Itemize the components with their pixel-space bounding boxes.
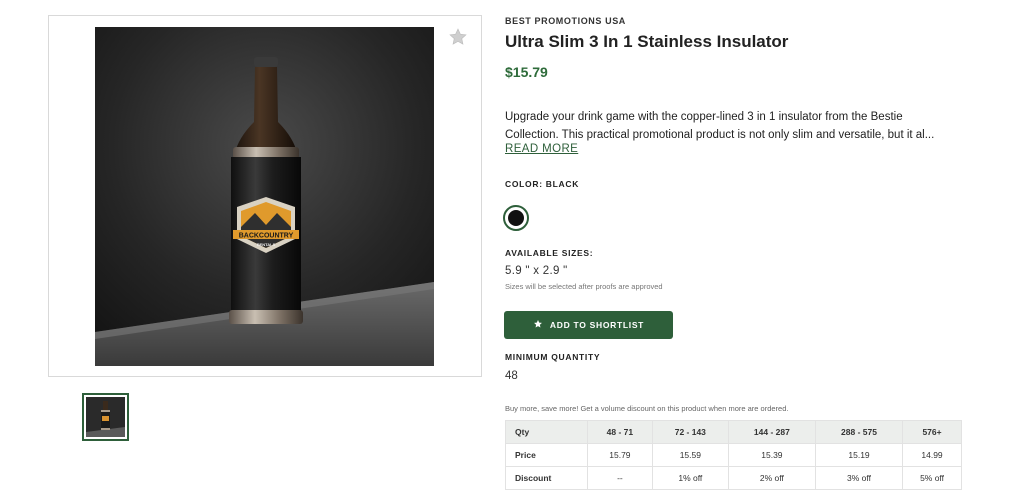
minimum-quantity-label: MINIMUM QUANTITY bbox=[505, 352, 601, 362]
table-cell: Price bbox=[505, 443, 588, 467]
table-cell: 15.19 bbox=[814, 443, 904, 467]
brand-name[interactable]: BEST PROMOTIONS USA bbox=[505, 16, 626, 26]
table-cell: 15.59 bbox=[651, 443, 729, 467]
add-to-shortlist-label: ADD TO SHORTLIST bbox=[549, 320, 645, 330]
size-value: 5.9 " x 2.9 " bbox=[505, 265, 568, 277]
table-header-cell: 48 - 71 bbox=[587, 420, 653, 444]
description-line: Upgrade your drink game with the copper-… bbox=[505, 111, 903, 123]
product-thumbnail[interactable] bbox=[82, 393, 129, 441]
table-header-cell: 72 - 143 bbox=[651, 420, 729, 444]
table-cell: 14.99 bbox=[902, 443, 962, 467]
color-swatch-selected[interactable] bbox=[503, 205, 529, 231]
description-line: Collection. This practical promotional p… bbox=[505, 129, 935, 141]
table-cell: 2% off bbox=[727, 466, 816, 490]
table-cell: 15.79 bbox=[587, 443, 653, 467]
star-icon bbox=[533, 319, 543, 331]
product-description: Upgrade your drink game with the copper-… bbox=[505, 108, 975, 144]
table-header-cell: 144 - 287 bbox=[727, 420, 816, 444]
pricing-table: Qty 48 - 71 72 - 143 144 - 287 288 - 575… bbox=[505, 420, 962, 490]
table-header-cell: Qty bbox=[505, 420, 588, 444]
table-row-discount: Discount -- 1% off 2% off 3% off 5% off bbox=[505, 466, 962, 490]
product-price: $15.79 bbox=[505, 64, 548, 80]
product-image: BACKCOUNTRY RENTALS bbox=[95, 27, 434, 366]
color-label: COLOR: BLACK bbox=[505, 179, 580, 189]
table-cell: 3% off bbox=[814, 466, 904, 490]
table-row-price: Price 15.79 15.59 15.39 15.19 14.99 bbox=[505, 443, 962, 467]
minimum-quantity-value: 48 bbox=[505, 370, 518, 382]
image-logo-text: BACKCOUNTRY bbox=[239, 233, 294, 240]
table-cell: 5% off bbox=[902, 466, 962, 490]
available-sizes-label: AVAILABLE SIZES: bbox=[505, 248, 594, 258]
table-row-qty: Qty 48 - 71 72 - 143 144 - 287 288 - 575… bbox=[505, 420, 962, 444]
image-logo-subtext: RENTALS bbox=[257, 242, 276, 247]
table-header-cell: 288 - 575 bbox=[814, 420, 904, 444]
table-header-cell: 576+ bbox=[902, 420, 962, 444]
size-note: Sizes will be selected after proofs are … bbox=[505, 282, 663, 291]
table-cell: -- bbox=[587, 466, 653, 490]
table-cell: 15.39 bbox=[727, 443, 816, 467]
table-cell: Discount bbox=[505, 466, 588, 490]
favorite-star-icon[interactable] bbox=[448, 27, 468, 47]
table-cell: 1% off bbox=[651, 466, 729, 490]
color-swatch-black[interactable] bbox=[508, 210, 524, 226]
add-to-shortlist-button[interactable]: ADD TO SHORTLIST bbox=[504, 311, 673, 339]
volume-discount-note: Buy more, save more! Get a volume discou… bbox=[505, 404, 789, 413]
read-more-link[interactable]: READ MORE bbox=[505, 143, 578, 155]
product-title: Ultra Slim 3 In 1 Stainless Insulator bbox=[505, 32, 789, 51]
